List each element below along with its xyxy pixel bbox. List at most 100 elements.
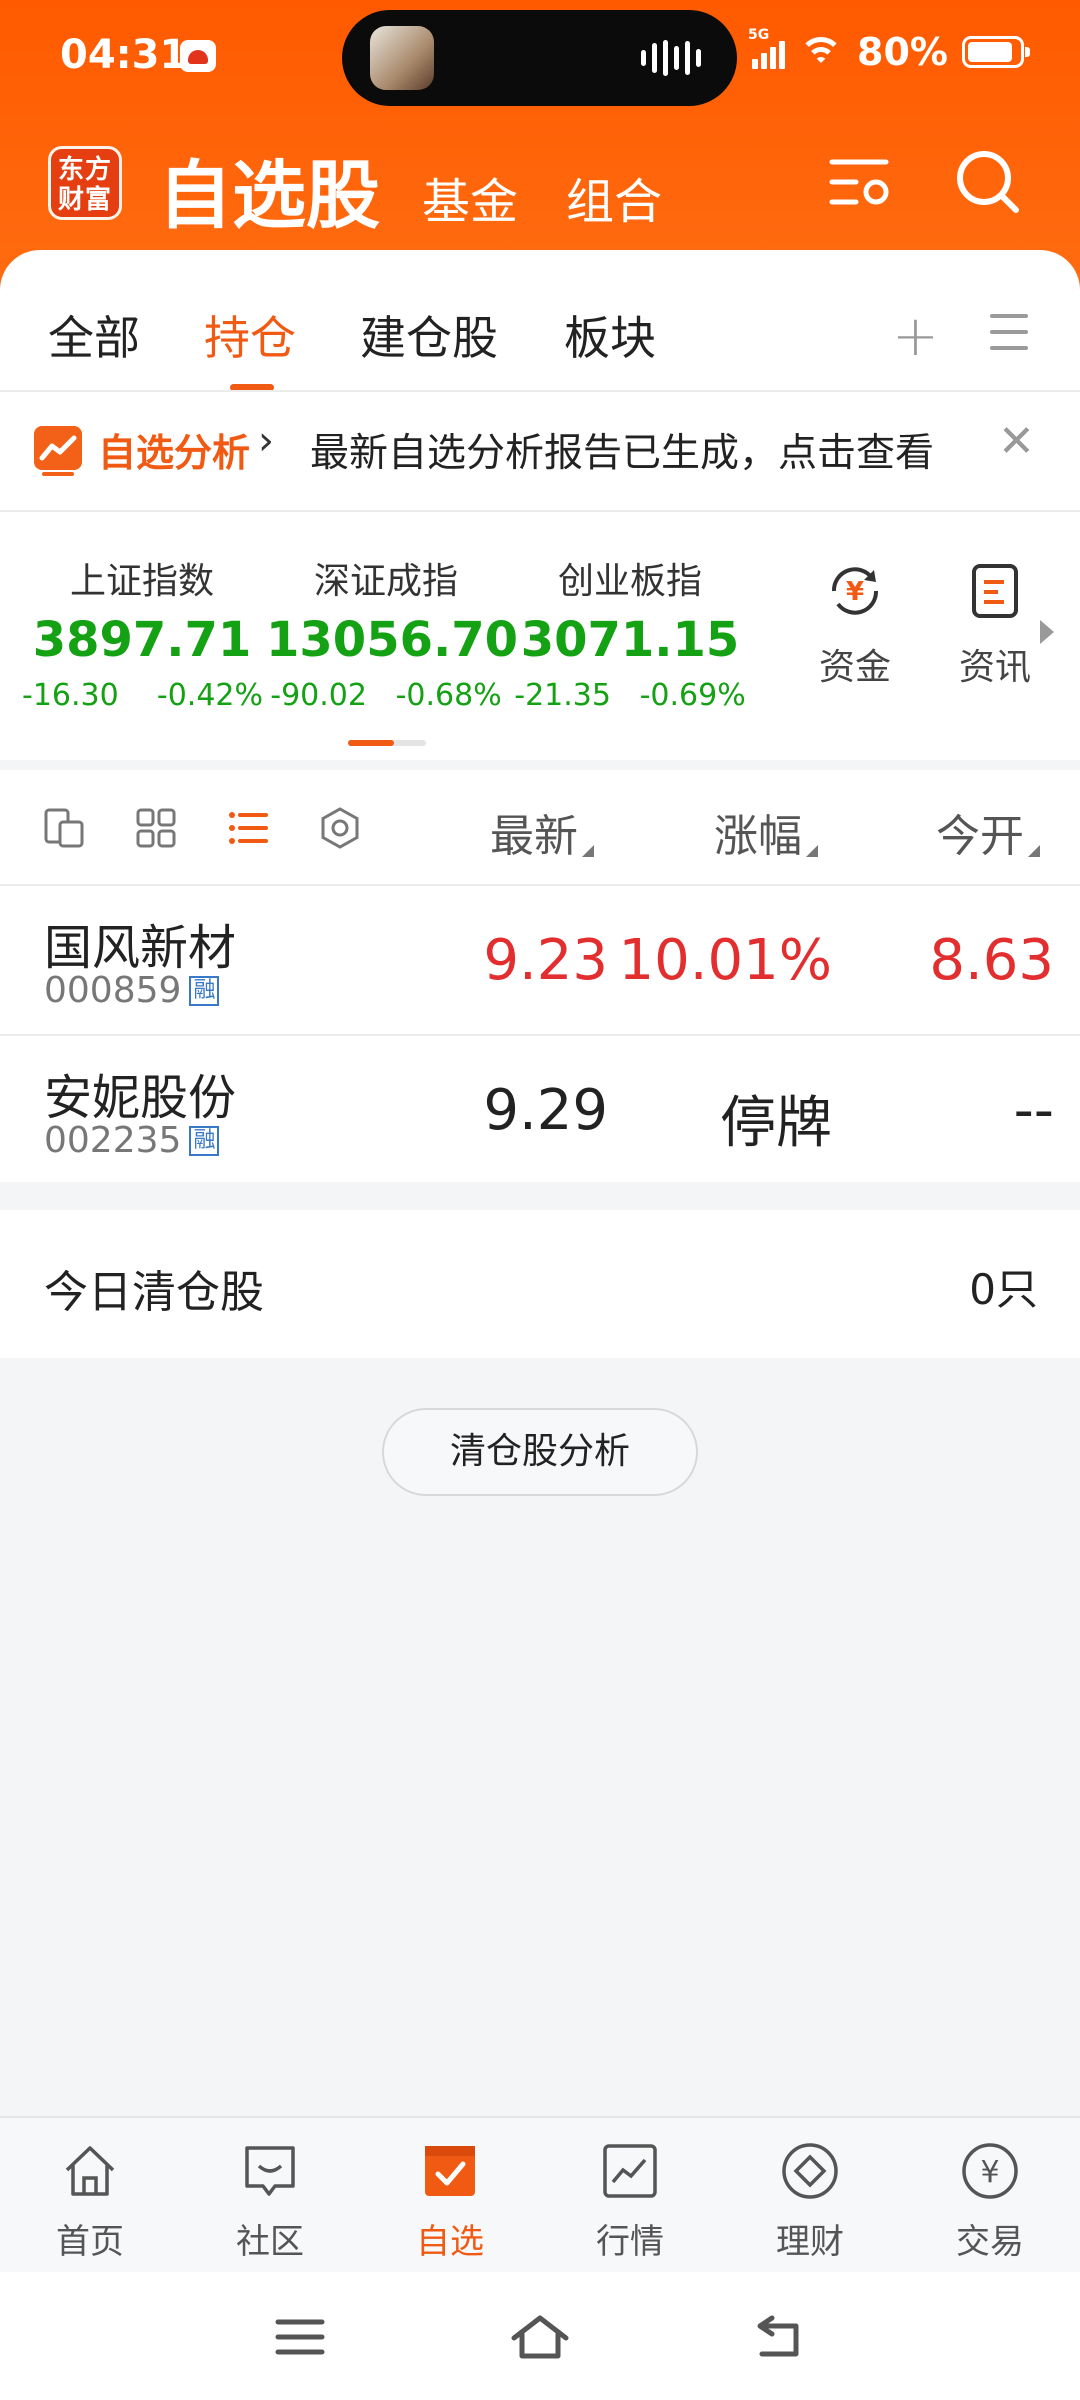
banner-text[interactable]: 最新自选分析报告已生成，点击查看 [310,422,980,478]
tab-all[interactable]: 全部 [48,302,140,368]
compare-view-icon[interactable] [42,806,86,850]
nav-label: 首页 [56,2222,124,2262]
game-app-icon[interactable] [370,26,434,90]
index-name: 深证成指 [313,561,458,602]
page-indicator [348,740,426,746]
stock-code: 000859 融 [44,970,220,1011]
nav-watchlist[interactable]: 自选 [380,2140,520,2263]
index-value: 13056.70 [266,612,519,668]
home-icon [65,2146,115,2196]
stock-name: 安妮股份 [44,1070,237,1126]
quick-link-label: 资讯 [958,647,1031,688]
news-icon [972,564,1018,618]
cleared-count: 0只 [969,1265,1038,1314]
nav-label: 自选 [416,2222,484,2262]
svg-text:¥: ¥ [980,2155,999,2190]
index-shenzhen[interactable]: 深证成指 13056.70 -90.02 -0.68% [266,552,519,713]
nav-label: 理财 [776,2222,844,2262]
column-change[interactable]: 涨幅 [714,800,818,864]
back-icon[interactable] [750,2312,810,2362]
battery-icon [962,36,1030,68]
tab-sectors[interactable]: 板块 [564,302,656,368]
signal-icon: 5G [748,27,786,69]
nav-home[interactable]: 首页 [20,2140,160,2263]
dynamic-island[interactable] [342,10,737,106]
svg-text:¥: ¥ [846,577,864,607]
tab-new-positions[interactable]: 建仓股 [360,302,498,368]
status-indicators: 5G 80% [748,27,1030,74]
banner-label: 自选分析 [98,431,251,475]
tab-holdings[interactable]: 持仓 [204,302,296,368]
nav-community[interactable]: 社区 [200,2140,340,2263]
battery-percent: 80% [857,30,948,74]
cleared-analysis-button[interactable]: 清仓股分析 [382,1408,698,1496]
header-tab-fund[interactable]: 基金 [422,162,518,232]
index-change: -16.30 -0.42% [22,678,264,713]
list-header: 最新 涨幅 今开 [0,770,1080,884]
index-value: 3897.71 [32,612,252,668]
recent-apps-icon[interactable] [270,2312,330,2362]
watchlist-icon [425,2146,475,2196]
diamond-icon [782,2143,838,2199]
quick-link-label: 资金 [818,647,891,688]
table-row[interactable]: 国风新材 000859 融 9.23 10.01% 8.63 [0,886,1080,1034]
column-open[interactable]: 今开 [936,800,1040,864]
price-change: 停牌 [720,1091,832,1156]
index-name: 上证指数 [69,561,214,602]
grid-view-icon[interactable] [134,806,178,850]
quick-link-news[interactable]: 资讯 [940,560,1050,690]
page-title[interactable]: 自选股 [158,136,380,243]
list-view-icon[interactable] [226,806,270,850]
trend-chart-icon [603,2144,657,2198]
header-tab-portfolio[interactable]: 组合 [566,162,662,232]
network-type: 5G [748,27,770,43]
settings-icon[interactable] [318,806,362,850]
status-time: 04:31 [60,32,188,78]
add-icon[interactable]: + [892,304,939,369]
table-row[interactable]: 安妮股份 002235 融 9.29 停牌 -- [0,1036,1080,1184]
nav-label: 社区 [236,2222,304,2262]
index-change: -90.02 -0.68% [270,678,502,713]
audio-wave-icon [641,40,701,76]
divider [0,510,1080,512]
index-name: 创业板指 [557,561,702,602]
chart-icon [34,426,82,476]
index-shanghai[interactable]: 上证指数 3897.71 -16.30 -0.42% [22,552,264,713]
price-change: 10.01% [618,928,832,993]
price-open: -- [1013,1078,1054,1143]
stock-name: 国风新材 [44,920,237,976]
price-latest: 9.29 [483,1078,608,1143]
app-logo[interactable]: 东方财富 [48,146,122,220]
home-button-icon[interactable] [510,2312,570,2362]
menu-icon[interactable] [990,314,1028,350]
column-latest[interactable]: 最新 [490,800,594,864]
index-change: -21.35 -0.69% [514,678,746,713]
chat-icon [245,2146,295,2196]
system-navigation [0,2272,1080,2400]
chevron-right-icon: › [258,418,274,464]
margin-tag: 融 [189,1126,220,1156]
price-open: 8.63 [929,928,1054,993]
quick-link-funds[interactable]: ¥ 资金 [800,560,910,690]
cleared-label: 今日清仓股 [44,1267,264,1318]
nav-wealth[interactable]: 理财 [740,2140,880,2263]
wifi-icon [799,35,844,69]
cleared-stocks-section[interactable]: 今日清仓股 0只 [0,1210,1080,1358]
analysis-banner[interactable]: 自选分析 › 最新自选分析报告已生成，点击查看 ✕ [0,392,1080,510]
bottom-nav: 首页 社区 自选 行情 理财 ¥ 交易 [0,2116,1080,2272]
search-icon[interactable] [952,148,1024,220]
holdings-list: 最新 涨幅 今开 国风新材 000859 融 9.23 10.01% 8.63 安… [0,770,1080,1182]
nav-market[interactable]: 行情 [560,2140,700,2263]
scroll-right-icon[interactable] [1040,620,1054,644]
stock-code: 002235 融 [44,1120,220,1161]
yuan-icon: ¥ [962,2143,1018,2199]
price-latest: 9.23 [483,928,608,993]
nav-trade[interactable]: ¥ 交易 [920,2140,1060,2263]
nav-label: 交易 [956,2222,1024,2262]
index-value: 3071.15 [520,612,740,668]
close-icon[interactable]: ✕ [998,416,1035,467]
list-settings-icon[interactable] [824,148,896,220]
nav-label: 行情 [596,2222,664,2262]
index-chinext[interactable]: 创业板指 3071.15 -21.35 -0.69% [510,552,750,713]
notification-icon [180,40,216,72]
